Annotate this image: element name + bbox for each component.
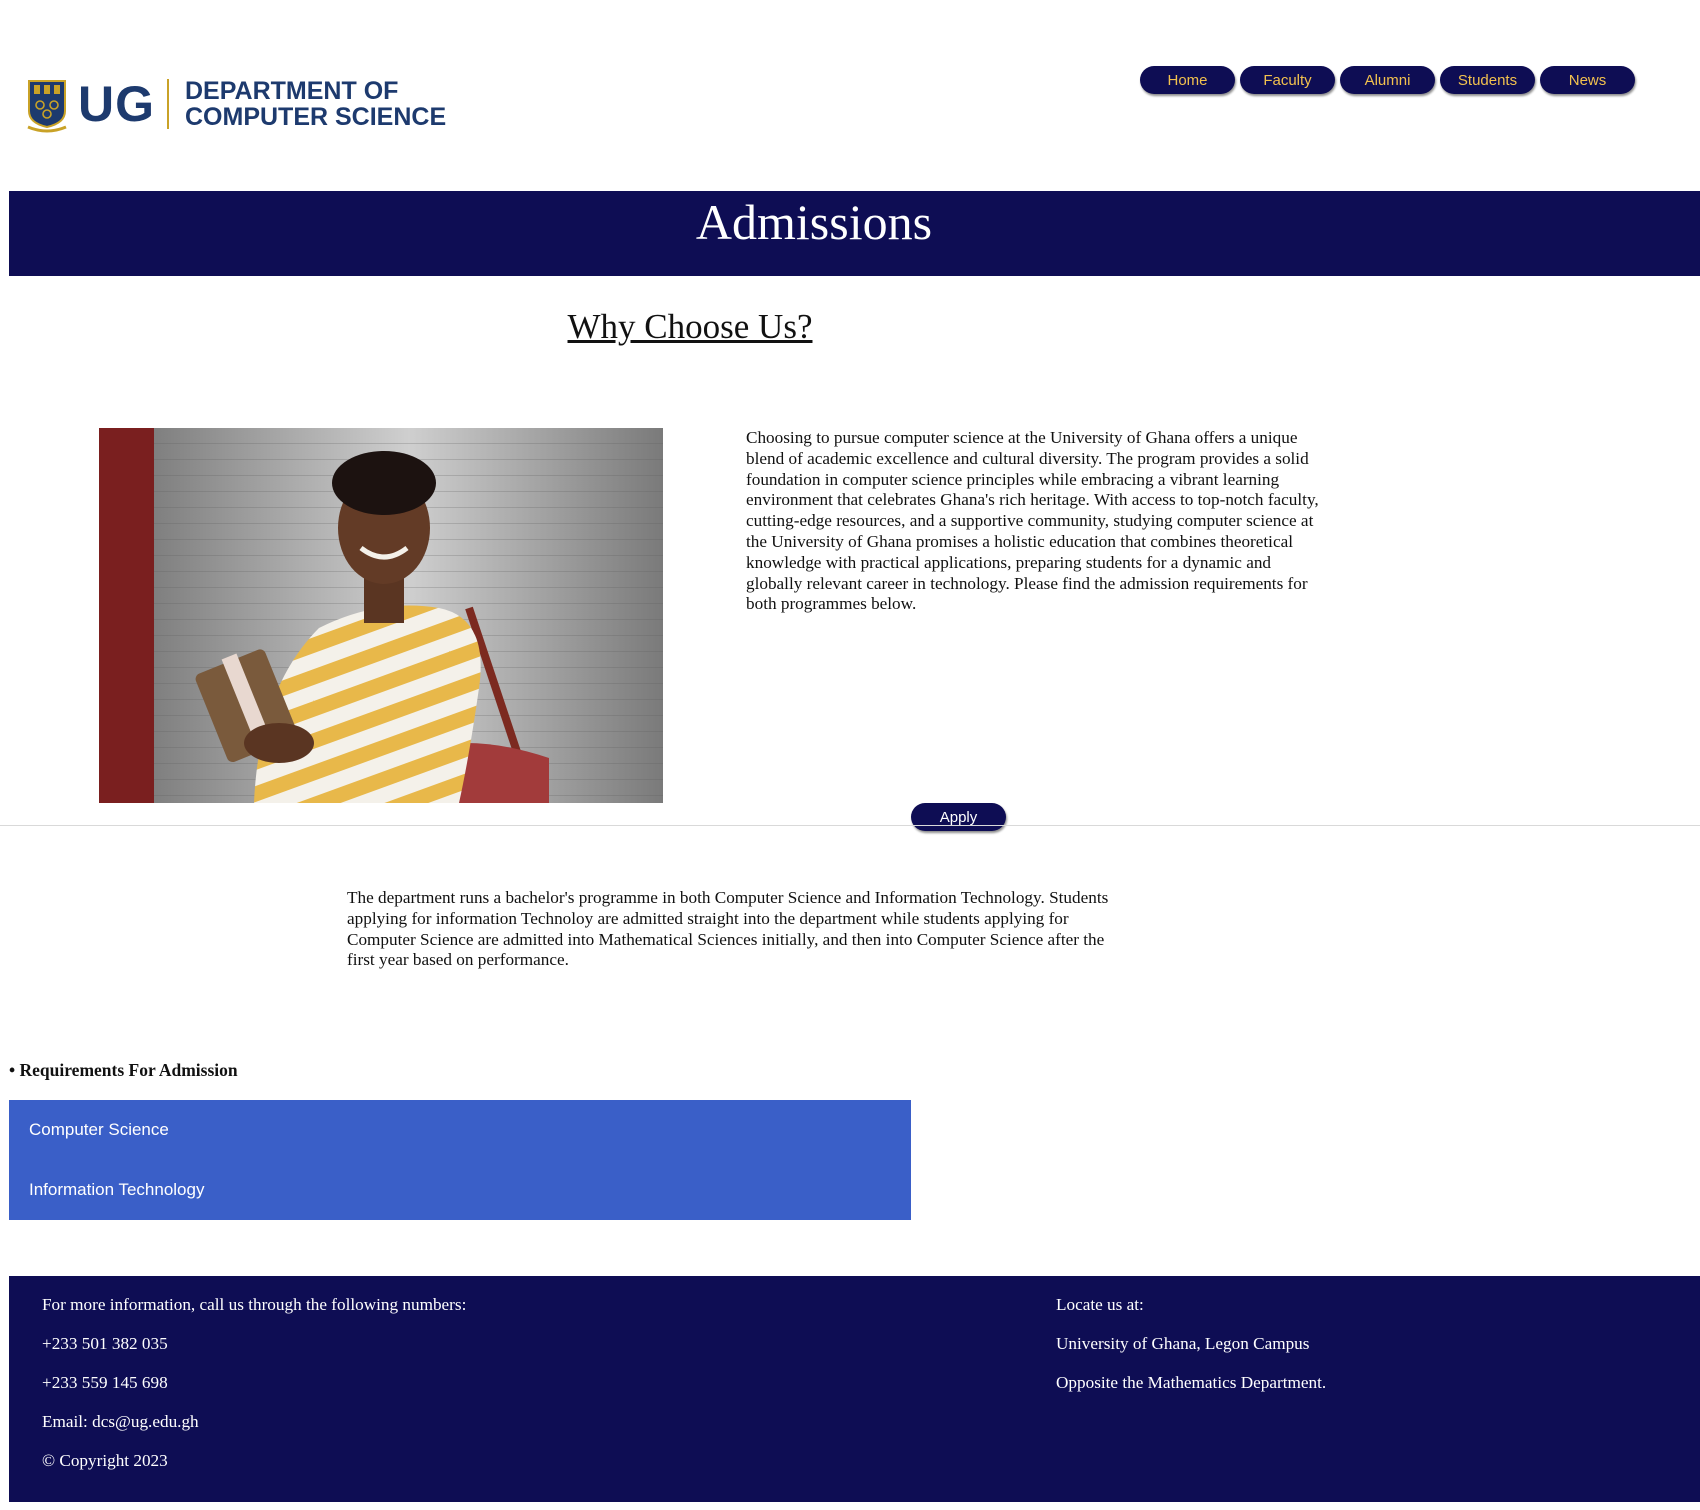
section-divider — [0, 825, 1700, 826]
why-choose-us-heading: Why Choose Us? — [567, 307, 813, 346]
main-navigation: Home Faculty Alumni Students News — [1140, 66, 1635, 94]
footer-copyright: © Copyright 2023 — [42, 1451, 168, 1470]
requirement-computer-science[interactable]: Computer Science — [29, 1120, 169, 1140]
footer-phone-2: +233 559 145 698 — [42, 1373, 168, 1392]
footer-contact: For more information, call us through th… — [42, 1294, 466, 1489]
requirements-heading: • Requirements For Admission — [9, 1060, 238, 1080]
admissions-banner: Admissions — [9, 191, 1700, 276]
footer: For more information, call us through th… — [9, 1276, 1700, 1502]
nav-news-button[interactable]: News — [1540, 66, 1635, 94]
nav-faculty-button[interactable]: Faculty — [1240, 66, 1335, 94]
department-name-line2: COMPUTER SCIENCE — [185, 103, 447, 131]
nav-home-button[interactable]: Home — [1140, 66, 1235, 94]
apply-button[interactable]: Apply — [911, 803, 1006, 831]
programme-description: The department runs a bachelor's program… — [347, 888, 1109, 970]
footer-phone-1: +233 501 382 035 — [42, 1334, 168, 1353]
footer-location-campus: University of Ghana, Legon Campus — [1056, 1334, 1310, 1353]
footer-location-detail: Opposite the Mathematics Department. — [1056, 1373, 1327, 1392]
ug-wordmark: UG — [78, 76, 155, 132]
logo-divider — [167, 79, 169, 129]
department-name: DEPARTMENT OF COMPUTER SCIENCE — [185, 78, 446, 130]
footer-location: Locate us at: University of Ghana, Legon… — [1056, 1294, 1326, 1411]
university-crest-icon — [27, 80, 67, 133]
requirement-information-technology[interactable]: Information Technology — [29, 1180, 204, 1200]
page-title: Admissions — [695, 194, 933, 250]
nav-students-button[interactable]: Students — [1440, 66, 1535, 94]
nav-alumni-button[interactable]: Alumni — [1340, 66, 1435, 94]
department-logo[interactable]: UG DEPARTMENT OF COMPUTER SCIENCE — [26, 74, 446, 134]
footer-contact-intro: For more information, call us through th… — [42, 1295, 467, 1314]
department-name-line1: DEPARTMENT OF — [185, 77, 399, 105]
footer-location-heading: Locate us at: — [1056, 1295, 1144, 1314]
why-choose-us-text: Choosing to pursue computer science at t… — [746, 428, 1319, 614]
student-photo — [99, 428, 663, 803]
requirements-panel: Computer Science Information Technology — [9, 1100, 911, 1220]
footer-email: Email: dcs@ug.edu.gh — [42, 1412, 199, 1431]
